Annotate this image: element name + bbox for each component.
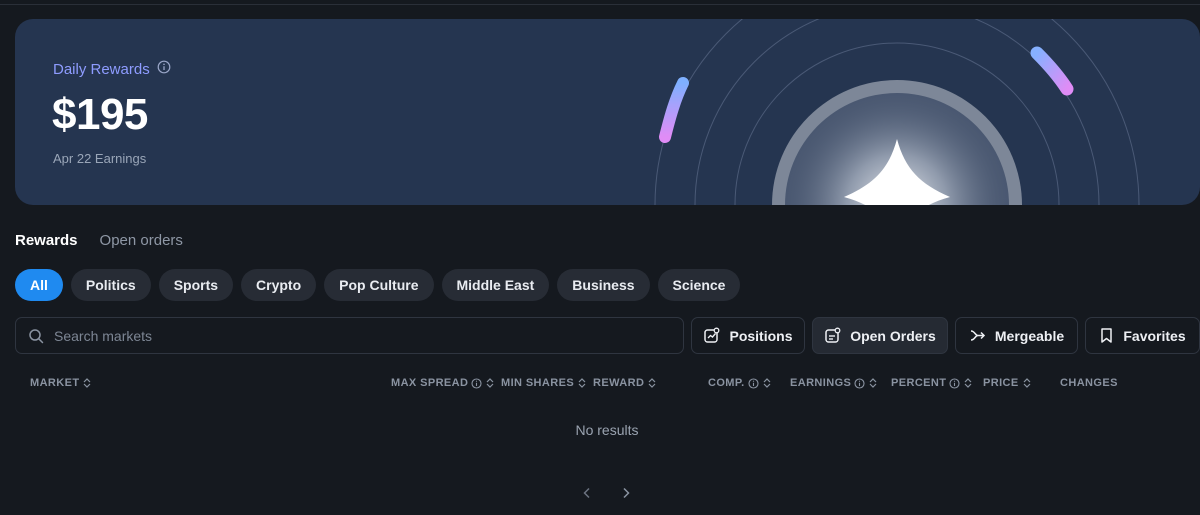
chip-all[interactable]: All [15, 269, 63, 301]
chip-sports[interactable]: Sports [158, 269, 234, 301]
column-min-shares-label: MIN SHARES [501, 377, 575, 389]
earnings-date: Apr 22 Earnings [53, 151, 147, 166]
column-reward-label: REWARD [593, 377, 645, 389]
open-orders-icon [824, 327, 841, 344]
column-percent-label: PERCENT [891, 377, 947, 389]
sort-icon [763, 378, 771, 388]
column-market[interactable]: MARKET [30, 377, 92, 389]
column-earnings[interactable]: EARNINGS [790, 377, 878, 389]
column-reward[interactable]: REWARD [593, 377, 657, 389]
column-earnings-label: EARNINGS [790, 377, 852, 389]
column-percent[interactable]: PERCENT [891, 377, 973, 389]
open-orders-button[interactable]: Open Orders [812, 317, 948, 354]
chevron-left-icon [583, 487, 590, 499]
chip-middle-east[interactable]: Middle East [441, 269, 550, 301]
info-icon[interactable] [748, 377, 759, 389]
info-icon[interactable] [854, 377, 865, 389]
search-icon [28, 328, 44, 344]
sort-icon [964, 378, 972, 388]
favorites-button[interactable]: Favorites [1085, 317, 1200, 354]
column-min-shares[interactable]: MIN SHARES [501, 377, 587, 389]
tab-bar: Rewards Open orders [15, 232, 183, 249]
sort-icon [1023, 378, 1031, 388]
column-price[interactable]: PRICE [983, 377, 1032, 389]
column-comp-label: COMP. [708, 377, 745, 389]
rewards-amount: $195 [52, 90, 148, 139]
column-changes: CHANGES [1060, 377, 1118, 389]
chip-crypto[interactable]: Crypto [241, 269, 317, 301]
info-icon[interactable] [157, 60, 171, 79]
empty-state: No results [575, 422, 639, 438]
merge-icon [969, 327, 986, 344]
daily-rewards-card: Daily Rewards $195 Apr 22 Earnings [15, 19, 1200, 205]
column-price-label: PRICE [983, 377, 1019, 389]
sort-icon [648, 378, 656, 388]
positions-label: Positions [729, 327, 793, 344]
search-input[interactable] [54, 327, 654, 344]
open-orders-label: Open Orders [850, 327, 936, 344]
column-comp[interactable]: COMP. [708, 377, 772, 389]
info-icon[interactable] [471, 377, 482, 389]
column-max-spread[interactable]: MAX SPREAD [391, 377, 495, 389]
sort-icon [869, 378, 877, 388]
mergeable-label: Mergeable [994, 327, 1065, 344]
sort-icon [578, 378, 586, 388]
daily-rewards-title: Daily Rewards [53, 61, 150, 78]
column-market-label: MARKET [30, 377, 80, 389]
chip-science[interactable]: Science [657, 269, 741, 301]
column-changes-label: CHANGES [1060, 377, 1118, 389]
mergeable-button[interactable]: Mergeable [955, 317, 1078, 354]
chip-pop-culture[interactable]: Pop Culture [324, 269, 434, 301]
next-page-button[interactable] [617, 484, 635, 502]
category-filters: All Politics Sports Crypto Pop Culture M… [15, 269, 741, 301]
tab-open-orders[interactable]: Open orders [100, 232, 183, 249]
sort-icon [84, 378, 91, 388]
favorites-label: Favorites [1123, 327, 1186, 344]
top-divider [0, 4, 1200, 5]
search-box [15, 317, 684, 354]
rewards-illustration [654, 19, 1140, 205]
chevron-right-icon [623, 487, 630, 499]
bookmark-icon [1099, 327, 1114, 344]
column-max-spread-label: MAX SPREAD [391, 377, 469, 389]
chip-business[interactable]: Business [557, 269, 650, 301]
positions-icon [703, 327, 720, 344]
tab-rewards[interactable]: Rewards [15, 232, 78, 249]
positions-button[interactable]: Positions [691, 317, 805, 354]
info-icon[interactable] [949, 377, 960, 389]
chip-politics[interactable]: Politics [70, 269, 151, 301]
previous-page-button[interactable] [578, 484, 596, 502]
sort-icon [486, 378, 494, 388]
